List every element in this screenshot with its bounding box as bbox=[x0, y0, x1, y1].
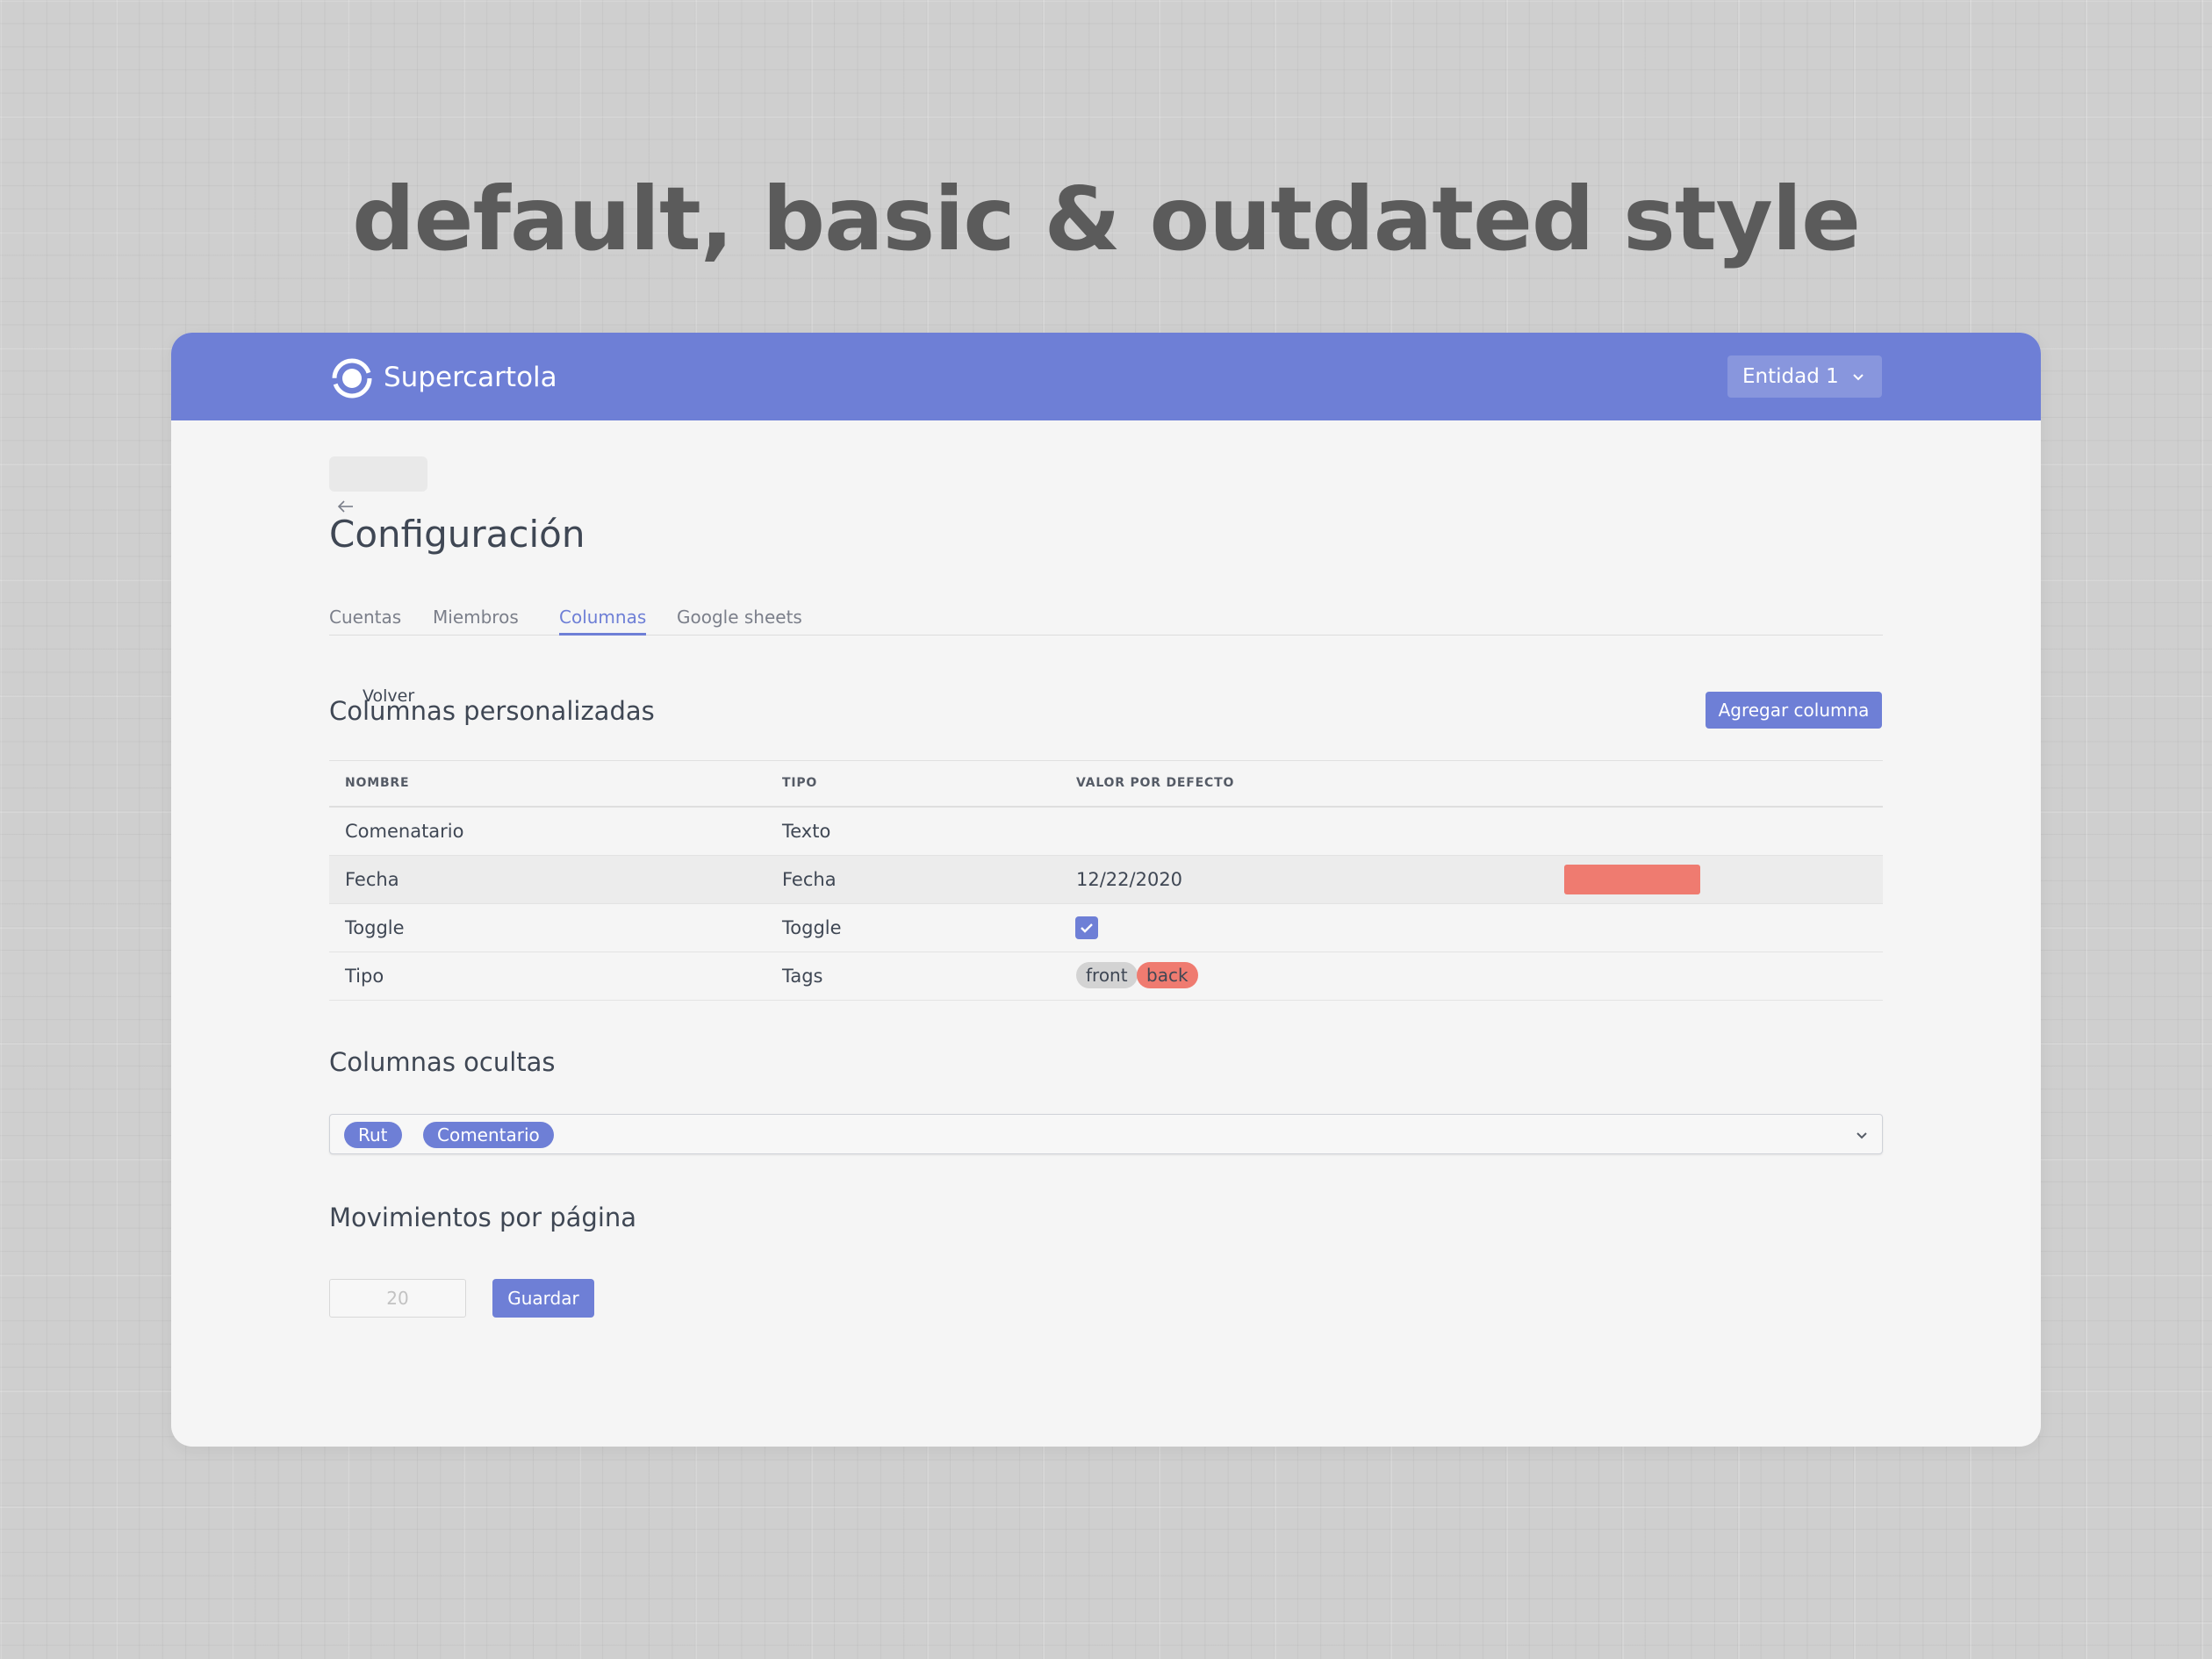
check-icon bbox=[1081, 923, 1093, 933]
back-link[interactable]: Volver bbox=[363, 686, 414, 707]
add-column-button[interactable]: Agregar columna bbox=[1706, 692, 1882, 729]
table-row[interactable]: Toggle Toggle bbox=[329, 904, 1883, 952]
row-name: Fecha bbox=[345, 869, 399, 890]
table-row[interactable]: Tipo Tags front back bbox=[329, 952, 1883, 1001]
chevron-down-icon bbox=[1856, 1132, 1867, 1139]
brand-name[interactable]: Supercartola bbox=[384, 356, 557, 399]
tab-cuentas[interactable]: Cuentas bbox=[329, 601, 401, 633]
tab-miembros[interactable]: Miembros bbox=[433, 601, 519, 633]
row-type: Toggle bbox=[782, 917, 842, 938]
custom-columns-table: NOMBRE TIPO VALOR POR DEFECTO Comenatari… bbox=[329, 760, 1883, 1001]
breadcrumb-placeholder bbox=[329, 456, 427, 492]
hidden-columns-title: Columnas ocultas bbox=[329, 1047, 556, 1077]
logo-icon bbox=[332, 358, 372, 399]
promo-heading: default, basic & outdated style bbox=[352, 168, 1861, 270]
tag-front[interactable]: front bbox=[1076, 962, 1138, 988]
app-window: Supercartola Entidad 1 Configuración Cue… bbox=[171, 333, 2041, 1447]
table-row[interactable]: Comenatario Texto bbox=[329, 808, 1883, 856]
tab-bar: Cuentas Miembros Columnas Google sheets bbox=[329, 601, 1883, 636]
row-type: Fecha bbox=[782, 869, 837, 890]
row-name: Toggle bbox=[345, 917, 405, 938]
column-header-nombre: NOMBRE bbox=[345, 776, 410, 790]
per-page-input[interactable]: 20 bbox=[329, 1279, 466, 1318]
row-default: 12/22/2020 bbox=[1076, 869, 1183, 890]
row-type: Texto bbox=[782, 821, 831, 842]
toggle-checkbox[interactable] bbox=[1075, 916, 1098, 939]
column-header-valor: VALOR POR DEFECTO bbox=[1076, 776, 1235, 790]
row-name: Comenatario bbox=[345, 821, 464, 842]
column-header-tipo: TIPO bbox=[782, 776, 818, 790]
chevron-down-icon bbox=[1853, 374, 1864, 381]
row-name: Tipo bbox=[345, 966, 384, 987]
tag-back[interactable]: back bbox=[1137, 962, 1198, 988]
tab-google-sheets[interactable]: Google sheets bbox=[677, 601, 802, 633]
selected-pill-comentario[interactable]: Comentario bbox=[423, 1122, 554, 1148]
save-button[interactable]: Guardar bbox=[492, 1279, 594, 1318]
delete-button[interactable] bbox=[1564, 865, 1700, 894]
tab-columnas[interactable]: Columnas bbox=[559, 601, 647, 636]
top-navbar: Supercartola Entidad 1 bbox=[171, 333, 2041, 420]
per-page-title: Movimientos por página bbox=[329, 1203, 637, 1232]
page-title: Configuración bbox=[329, 513, 585, 556]
entity-selector-label: Entidad 1 bbox=[1742, 365, 1839, 388]
selected-pill-rut[interactable]: Rut bbox=[344, 1122, 402, 1148]
table-row[interactable]: Fecha Fecha 12/22/2020 bbox=[329, 856, 1883, 904]
hidden-columns-select[interactable]: Rut Comentario bbox=[329, 1114, 1883, 1154]
entity-selector[interactable]: Entidad 1 bbox=[1727, 356, 1882, 398]
table-header: NOMBRE TIPO VALOR POR DEFECTO bbox=[329, 761, 1883, 808]
row-type: Tags bbox=[782, 966, 823, 987]
